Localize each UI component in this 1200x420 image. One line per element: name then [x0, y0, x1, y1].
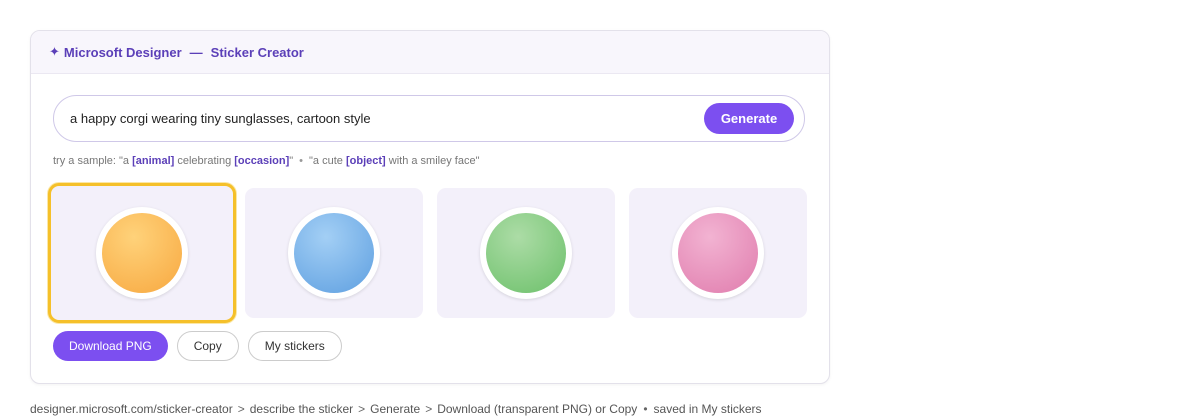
sticker-tile-3[interactable] [437, 188, 615, 318]
samples-intro: try a sample: [53, 155, 120, 167]
sticker-tile-4[interactable] [629, 188, 807, 318]
sticker-image-orange [102, 213, 182, 293]
generate-button[interactable]: Generate [704, 103, 794, 134]
path-arrow: > [237, 402, 245, 416]
app-name: Microsoft Designer [63, 44, 182, 60]
sample-2-text: with a smiley face" [385, 155, 480, 167]
path-arrow: > [358, 402, 366, 416]
footer-step-2: Generate [370, 402, 421, 416]
sticker-outline [480, 207, 572, 299]
sample-1-text: celebrating [174, 155, 235, 167]
sample-1-text: "a [119, 155, 133, 167]
sticker-image-blue [294, 213, 374, 293]
sticker-tile-2[interactable] [245, 188, 423, 318]
placeholder-object: [object] [345, 155, 386, 167]
path-arrow: > [425, 402, 433, 416]
feature-name: Sticker Creator [210, 44, 304, 60]
sticker-outline [288, 207, 380, 299]
samples-dot: • [299, 155, 304, 167]
sample-prompt-1[interactable]: "a [animal] celebrating [occasion]" [119, 155, 293, 167]
card-header: ✦ Microsoft Designer — Sticker Creator [31, 31, 829, 74]
sticker-results [48, 183, 807, 323]
sticker-image-pink [678, 213, 758, 293]
sample-1-text: " [289, 155, 294, 167]
sample-2-text: "a cute [309, 155, 346, 167]
placeholder-occasion: [occasion] [234, 155, 290, 167]
footer-bullet: • [643, 402, 648, 416]
action-bar: Download PNG Copy My stickers [53, 331, 342, 361]
prompt-bar: Generate [53, 95, 805, 142]
footer-step-1: describe the sticker [249, 402, 354, 416]
sticker-outline [96, 207, 188, 299]
sample-prompt-2[interactable]: "a cute [object] with a smiley face" [309, 155, 479, 167]
copy-button[interactable]: Copy [176, 331, 239, 361]
sample-prompts: try a sample: "a [animal] celebrating [o… [53, 155, 479, 167]
download-png-button[interactable]: Download PNG [53, 331, 168, 361]
footer-url: designer.microsoft.com/sticker-creator [30, 402, 233, 416]
header-separator: — [189, 44, 203, 60]
sticker-outline [672, 207, 764, 299]
placeholder-animal: [animal] [132, 155, 175, 167]
sticker-tile-1[interactable] [48, 183, 236, 323]
sparkle-icon: ✦ [49, 44, 60, 59]
my-stickers-button[interactable]: My stickers [247, 331, 342, 361]
footer-step-3: Download (transparent PNG) or Copy [437, 402, 638, 416]
prompt-input[interactable] [54, 102, 704, 135]
sticker-creator-card: ✦ Microsoft Designer — Sticker Creator G… [30, 30, 830, 384]
navigation-path-caption: designer.microsoft.com/sticker-creator > d… [30, 402, 762, 416]
sticker-image-green [486, 213, 566, 293]
footer-note: saved in My stickers [653, 402, 762, 416]
